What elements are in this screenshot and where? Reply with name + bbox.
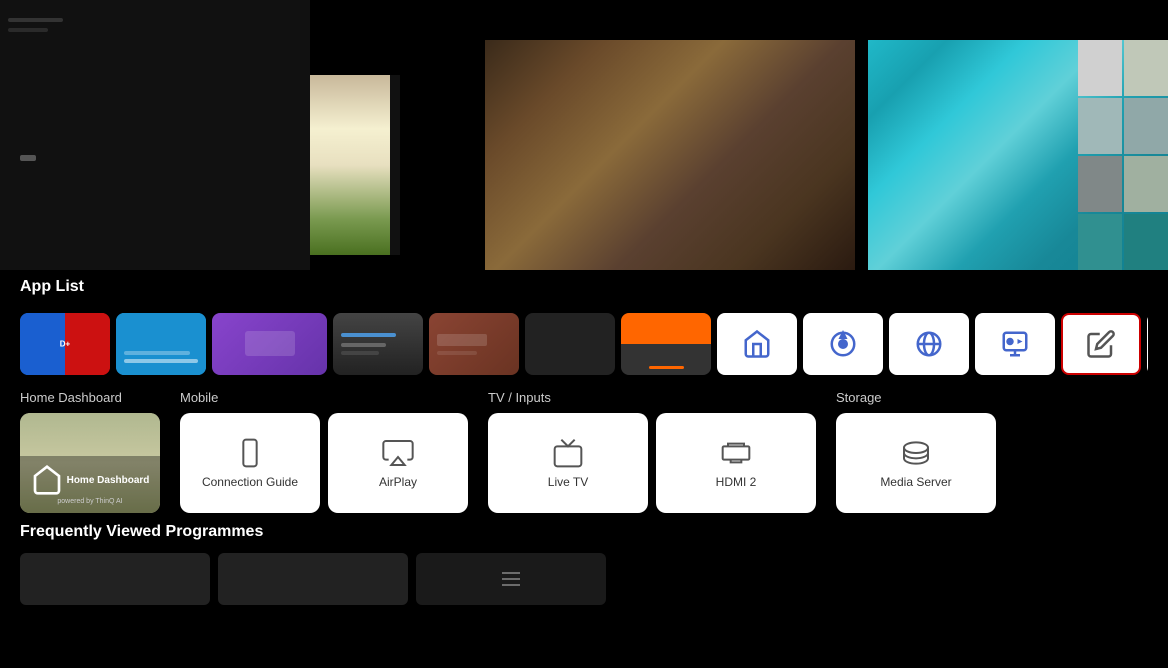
connection-guide-label: Connection Guide	[202, 475, 298, 489]
menu-icon	[499, 567, 523, 591]
app-tile-dark[interactable]	[333, 313, 423, 375]
color-block-3	[1078, 98, 1122, 154]
hdmi2-tile[interactable]: HDMI 2	[656, 413, 816, 513]
group-label-mobile: Mobile	[180, 390, 468, 405]
group-items-tv: Live TV HDMI 2	[488, 413, 816, 513]
app-list-label: App List	[20, 278, 1148, 296]
freq-items	[20, 553, 1148, 605]
hdmi2-label: HDMI 2	[716, 475, 757, 489]
media-icon	[1000, 329, 1030, 359]
media-server-label: Media Server	[880, 475, 951, 489]
banner-right-overlay	[1078, 40, 1168, 270]
dashboard-group-mobile: Mobile Connection Guide AirPlay	[180, 390, 468, 513]
connection-guide-tile[interactable]: Connection Guide	[180, 413, 320, 513]
app-tile-blue[interactable]	[116, 313, 206, 375]
soccer-icon	[828, 329, 858, 359]
freq-tile-2[interactable]	[218, 553, 408, 605]
home-dashboard-tile[interactable]: Home Dashboard powered by ThinQ AI	[20, 413, 160, 513]
airplay-label: AirPlay	[379, 475, 417, 489]
color-block-7	[1078, 214, 1122, 270]
group-items-storage: Media Server	[836, 413, 996, 513]
freq-tile-3[interactable]	[416, 553, 606, 605]
color-block-4	[1124, 98, 1168, 154]
freq-section: Frequently Viewed Programmes	[0, 513, 1168, 605]
app-icon-tile-edit[interactable]	[1061, 313, 1141, 375]
tv-icon	[552, 437, 584, 469]
app-icon-tile-home[interactable]	[717, 313, 797, 375]
banner-label	[20, 155, 36, 161]
dashboard-group-home: Home Dashboard Home Dashboard powered by…	[20, 390, 160, 513]
group-label-tv: TV / Inputs	[488, 390, 816, 405]
phone-icon	[234, 437, 266, 469]
group-label-home: Home Dashboard	[20, 390, 160, 405]
banner-thumbnail-1	[310, 75, 390, 255]
color-block-8	[1124, 214, 1168, 270]
media-server-tile[interactable]: Media Server	[836, 413, 996, 513]
banner-left	[0, 0, 310, 270]
app-tile-brown[interactable]	[429, 313, 519, 375]
live-tv-tile[interactable]: Live TV	[488, 413, 648, 513]
app-icon-tile-settings[interactable]: Settings	[1147, 313, 1148, 375]
app-tile-disney[interactable]: D+	[20, 313, 110, 375]
home-thinq-label: powered by ThinQ AI	[28, 498, 152, 505]
color-block-6	[1124, 156, 1168, 212]
app-tile-orange[interactable]	[621, 313, 711, 375]
banner-right-main	[868, 40, 1168, 270]
dashboard-group-storage: Storage Media Server	[836, 390, 996, 513]
banner-right	[868, 40, 1168, 270]
app-tile-purple[interactable]	[212, 313, 327, 375]
server-icon	[900, 437, 932, 469]
app-list-scroll[interactable]: D+	[20, 308, 1148, 380]
app-icon-tile-globe[interactable]	[889, 313, 969, 375]
top-banner	[0, 0, 1168, 270]
banner-gap	[390, 75, 400, 255]
dashboard-area: Home Dashboard Home Dashboard powered by…	[0, 380, 1168, 513]
airplay-tile[interactable]: AirPlay	[328, 413, 468, 513]
group-items-home: Home Dashboard powered by ThinQ AI	[20, 413, 160, 513]
globe-icon	[914, 329, 944, 359]
color-block-5	[1078, 156, 1122, 212]
color-block-2	[1124, 40, 1168, 96]
home-icon	[742, 329, 772, 359]
banner-center	[485, 40, 855, 270]
app-icon-tile-media[interactable]	[975, 313, 1055, 375]
color-block-1	[1078, 40, 1122, 96]
home-dash-icon	[31, 464, 63, 496]
edit-icon	[1086, 329, 1116, 359]
airplay-icon	[382, 437, 414, 469]
dashboard-group-tv: TV / Inputs Live TV HDMI 2	[488, 390, 816, 513]
freq-tile-1[interactable]	[20, 553, 210, 605]
hdmi-icon	[720, 437, 752, 469]
group-label-storage: Storage	[836, 390, 996, 405]
live-tv-label: Live TV	[548, 475, 588, 489]
freq-section-label: Frequently Viewed Programmes	[20, 523, 1148, 541]
app-list-section: App List D+	[0, 270, 1168, 380]
group-items-mobile: Connection Guide AirPlay	[180, 413, 468, 513]
home-dash-label: Home Dashboard	[67, 475, 150, 486]
app-icon-tile-soccer[interactable]	[803, 313, 883, 375]
app-tile-dark2[interactable]	[525, 313, 615, 375]
